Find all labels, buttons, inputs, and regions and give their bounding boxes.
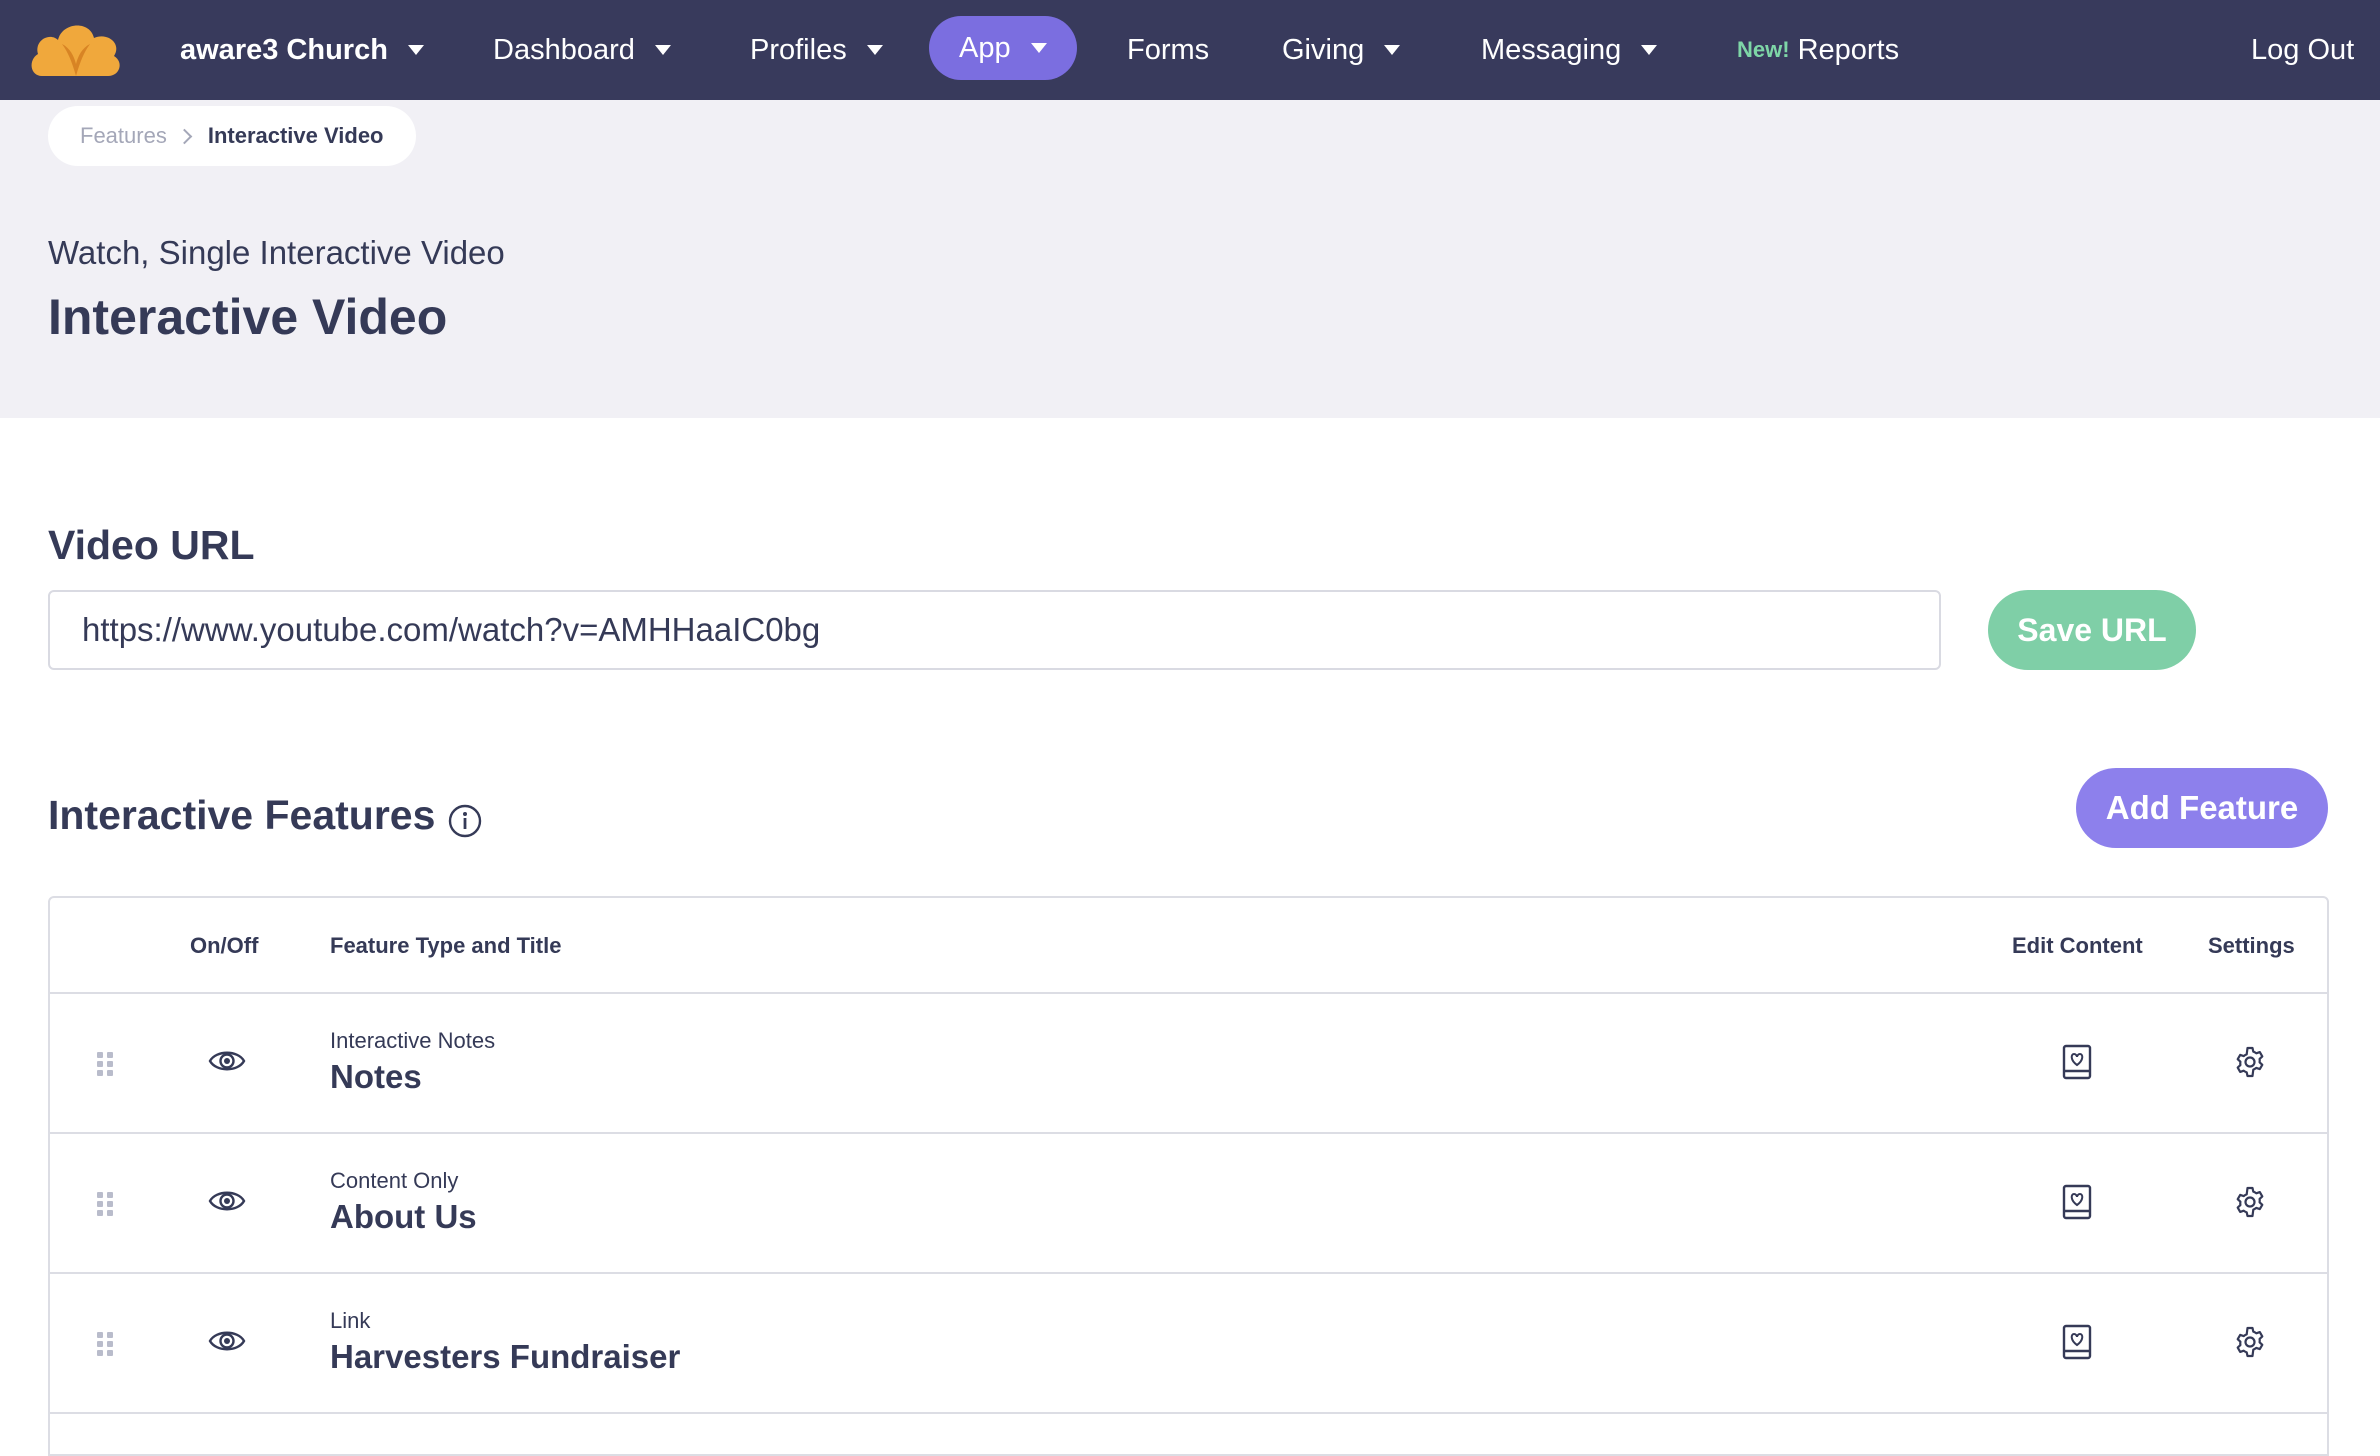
table-row: Link Harvesters Fundraiser xyxy=(50,1274,2327,1414)
nav-giving[interactable]: Giving xyxy=(1282,0,1401,100)
logout-label: Log Out xyxy=(2251,33,2355,66)
nav-forms-label: Forms xyxy=(1127,33,1210,66)
gear-icon[interactable] xyxy=(2234,1046,2266,1078)
caret-down-icon xyxy=(1030,43,1047,53)
nav-reports[interactable]: New! Reports xyxy=(1737,0,1899,100)
breadcrumb: Features Interactive Video xyxy=(48,106,416,166)
feature-type: Interactive Notes xyxy=(330,1028,496,1053)
nav-messaging[interactable]: Messaging xyxy=(1481,0,1658,100)
nav-profiles-label: Profiles xyxy=(750,33,847,66)
table-row: Interactive Notes Notes xyxy=(50,994,2327,1134)
breadcrumb-current: Interactive Video xyxy=(207,123,384,148)
save-url-button[interactable]: Save URL xyxy=(1988,590,2196,670)
drag-handle-icon[interactable] xyxy=(96,1330,114,1358)
top-navigation: aware3 Church Dashboard Profiles App For… xyxy=(0,0,2380,100)
interactive-features-heading: Interactive Features xyxy=(48,792,436,838)
edit-content-icon[interactable] xyxy=(2062,1044,2092,1080)
nav-dashboard[interactable]: Dashboard xyxy=(493,0,671,100)
cloud-logo-icon[interactable] xyxy=(28,16,124,78)
feature-type: Content Only xyxy=(330,1168,459,1193)
column-type-title: Feature Type and Title xyxy=(330,933,562,958)
caret-down-icon xyxy=(1384,45,1401,55)
caret-down-icon xyxy=(654,45,671,55)
drag-handle-icon[interactable] xyxy=(96,1050,114,1078)
breadcrumb-features-link[interactable]: Features xyxy=(80,123,167,149)
eye-icon[interactable] xyxy=(208,1186,246,1216)
column-edit-content: Edit Content xyxy=(2012,933,2143,958)
new-badge: New! xyxy=(1737,37,1790,62)
feature-title: Harvesters Fundraiser xyxy=(330,1338,681,1375)
add-feature-button[interactable]: Add Feature xyxy=(2076,768,2328,848)
edit-content-icon[interactable] xyxy=(2062,1324,2092,1360)
church-switcher[interactable]: aware3 Church xyxy=(180,0,424,100)
gear-icon[interactable] xyxy=(2234,1186,2266,1218)
column-settings: Settings xyxy=(2208,933,2295,958)
feature-type: Link xyxy=(330,1308,371,1333)
chevron-right-icon xyxy=(176,128,193,144)
table-header: On/Off Feature Type and Title Edit Conte… xyxy=(50,898,2327,994)
nav-reports-label: Reports xyxy=(1797,33,1900,66)
feature-title: Notes xyxy=(330,1058,422,1095)
edit-content-icon[interactable] xyxy=(2062,1184,2092,1220)
caret-down-icon xyxy=(1641,45,1658,55)
eye-icon[interactable] xyxy=(208,1046,246,1076)
features-table: On/Off Feature Type and Title Edit Conte… xyxy=(48,896,2329,1456)
caret-down-icon xyxy=(407,45,424,55)
page-header: Features Interactive Video Watch, Single… xyxy=(0,100,2380,418)
logout-link[interactable]: Log Out xyxy=(2251,0,2354,100)
table-row: Content Only About Us xyxy=(50,1134,2327,1274)
column-onoff: On/Off xyxy=(190,933,259,958)
nav-app-label: App xyxy=(959,31,1011,64)
gear-icon[interactable] xyxy=(2234,1326,2266,1358)
nav-dashboard-label: Dashboard xyxy=(493,33,635,66)
eye-icon[interactable] xyxy=(208,1326,246,1356)
nav-giving-label: Giving xyxy=(1282,33,1365,66)
nav-messaging-label: Messaging xyxy=(1481,33,1622,66)
info-icon[interactable] xyxy=(448,804,482,838)
nav-profiles[interactable]: Profiles xyxy=(750,0,883,100)
video-url-input[interactable] xyxy=(48,590,1941,670)
nav-forms[interactable]: Forms xyxy=(1127,0,1209,100)
page-title: Interactive Video xyxy=(48,289,448,345)
church-name: aware3 Church xyxy=(180,33,388,66)
drag-handle-icon[interactable] xyxy=(96,1190,114,1218)
nav-app[interactable]: App xyxy=(929,16,1077,80)
caret-down-icon xyxy=(866,45,883,55)
page-subtitle: Watch, Single Interactive Video xyxy=(48,234,505,271)
feature-title: About Us xyxy=(330,1198,477,1235)
video-url-heading: Video URL xyxy=(48,522,255,568)
